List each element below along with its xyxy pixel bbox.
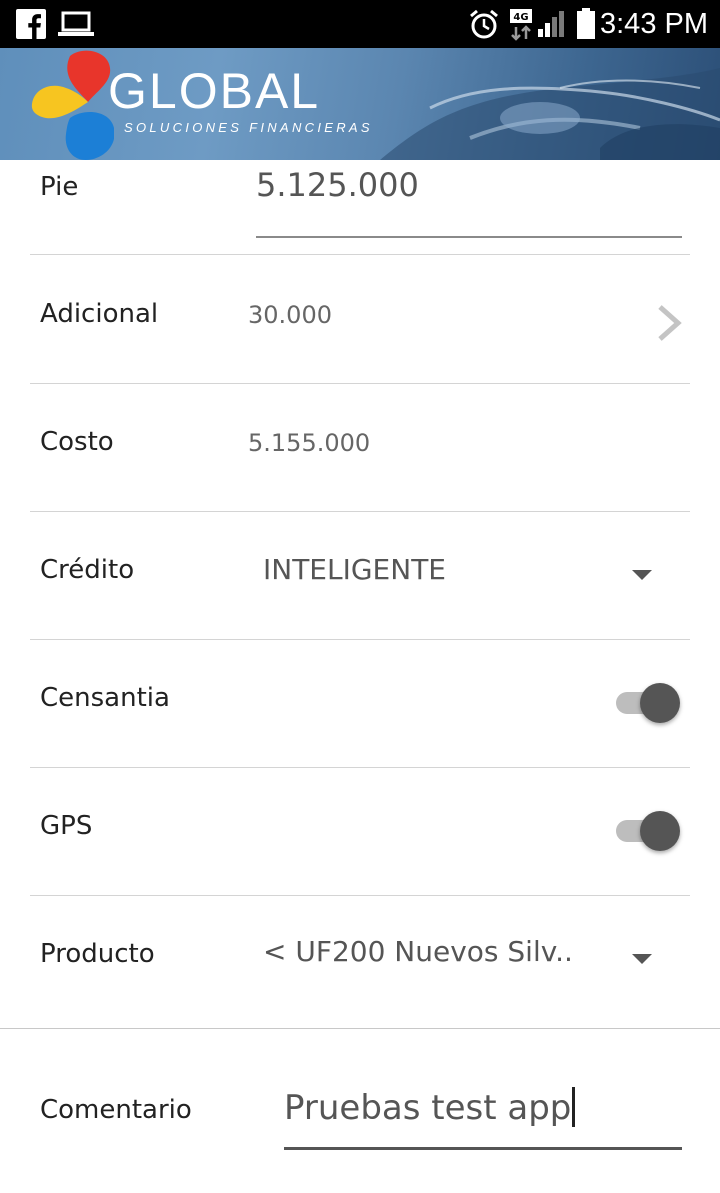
credito-select[interactable]: INTELIGENTE — [263, 553, 446, 586]
gps-label: GPS — [40, 811, 93, 841]
producto-label: Producto — [40, 939, 155, 969]
comentario-label: Comentario — [40, 1095, 192, 1125]
costo-row: Costo 5.155.000 — [30, 383, 690, 512]
text-cursor — [572, 1087, 576, 1127]
facebook-icon — [16, 0, 46, 48]
global-logo-icon — [31, 50, 114, 160]
producto-row[interactable]: Producto < UF200 Nuevos Silv.. — [30, 895, 690, 1023]
gps-toggle[interactable] — [616, 809, 684, 853]
toggle-knob[interactable] — [640, 683, 680, 723]
censantia-row: Censantia — [30, 639, 690, 768]
pie-label: Pie — [40, 172, 79, 202]
credito-label: Crédito — [40, 555, 135, 585]
toggle-knob[interactable] — [640, 811, 680, 851]
app-header-banner: GLOBAL SOLUCIONES FINANCIERAS — [0, 48, 720, 160]
dropdown-caret-icon[interactable] — [632, 954, 652, 964]
costo-label: Costo — [40, 427, 114, 457]
comentario-input-underline — [284, 1147, 682, 1150]
clock: 3:43 PM — [600, 8, 708, 40]
credito-row[interactable]: Crédito INTELIGENTE — [30, 511, 690, 640]
comentario-input-text: Pruebas test app — [284, 1088, 572, 1128]
battery-icon — [576, 0, 596, 48]
alarm-icon — [468, 0, 500, 48]
costo-value: 5.155.000 — [248, 429, 371, 457]
comentario-row: Comentario Pruebas test app — [30, 1029, 690, 1193]
brand-wordmark: GLOBAL — [108, 63, 321, 119]
laptop-icon — [58, 0, 94, 48]
censantia-label: Censantia — [40, 683, 170, 713]
gps-row: GPS — [30, 767, 690, 896]
pie-input[interactable]: 5.125.000 — [256, 166, 419, 204]
censantia-toggle[interactable] — [616, 681, 684, 725]
adicional-row[interactable]: Adicional 30.000 — [30, 255, 690, 384]
pie-input-underline — [256, 236, 682, 238]
signal-icon — [536, 0, 568, 48]
producto-select[interactable]: < UF200 Nuevos Silv.. — [263, 935, 573, 968]
dropdown-caret-icon[interactable] — [632, 570, 652, 580]
adicional-value: 30.000 — [248, 301, 332, 329]
comentario-input[interactable]: Pruebas test app — [284, 1087, 576, 1128]
brand-tagline: SOLUCIONES FINANCIERAS — [124, 120, 373, 135]
pie-row: Pie 5.125.000 — [30, 160, 690, 255]
network-type-label: 4G — [513, 12, 528, 23]
status-bar: 4G 3:43 PM — [0, 0, 720, 48]
network-4g-icon: 4G — [508, 0, 536, 48]
chevron-right-icon[interactable] — [656, 303, 684, 343]
adicional-label: Adicional — [40, 299, 159, 329]
